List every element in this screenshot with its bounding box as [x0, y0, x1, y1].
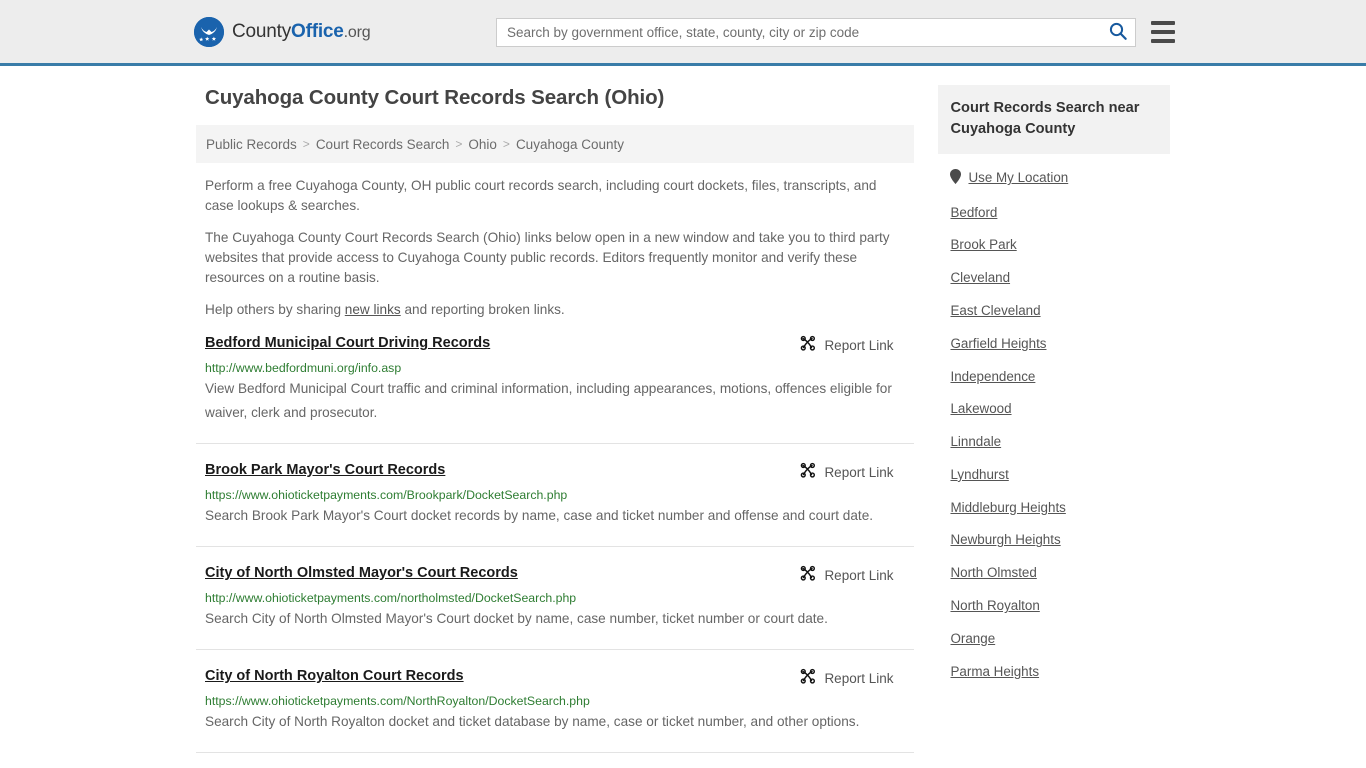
report-link-label: Report Link: [824, 670, 894, 686]
broken-link-icon: [800, 565, 817, 585]
breadcrumb-separator: >: [502, 137, 510, 151]
sidebar-item-brook-park[interactable]: Brook Park: [938, 229, 1170, 262]
result-url[interactable]: https://www.ohioticketpayments.com/Brook…: [205, 487, 914, 503]
result-description: View Bedford Municipal Court traffic and…: [205, 381, 892, 420]
breadcrumb-item-ohio[interactable]: Ohio: [468, 137, 497, 152]
sidebar-item-lakewood[interactable]: Lakewood: [938, 392, 1170, 425]
sidebar-item-north-royalton[interactable]: North Royalton: [938, 589, 1170, 622]
sidebar-item-garfield-heights[interactable]: Garfield Heights: [938, 327, 1170, 360]
main-column: Cuyahoga County Court Records Search (Oh…: [196, 66, 915, 753]
intro-text: Perform a free Cuyahoga County, OH publi…: [196, 176, 914, 320]
sidebar-link[interactable]: Brook Park: [950, 237, 1016, 252]
sidebar-link[interactable]: Lakewood: [950, 401, 1011, 416]
report-link-button[interactable]: Report Link: [800, 462, 893, 482]
report-link-label: Report Link: [824, 337, 894, 353]
result-title-link[interactable]: Bedford Municipal Court Driving Records: [205, 334, 490, 353]
intro-paragraph-1: Perform a free Cuyahoga County, OH publi…: [205, 178, 877, 213]
brand-part-office: Office: [291, 20, 344, 42]
sidebar-item-newburgh-heights[interactable]: Newburgh Heights: [938, 524, 1170, 557]
sidebar-item-parma-heights[interactable]: Parma Heights: [938, 655, 1170, 688]
result-header: City of North Royalton Court Records Rep…: [205, 667, 914, 688]
brand-wordmark: CountyOffice.org: [232, 20, 371, 43]
result-title-link[interactable]: Brook Park Mayor's Court Records: [205, 461, 445, 480]
sidebar-item-middleburg-heights[interactable]: Middleburg Heights: [938, 491, 1170, 524]
map-pin-icon: [950, 168, 962, 187]
page-body: Cuyahoga County Court Records Search (Oh…: [0, 66, 1366, 753]
search-button[interactable]: [1101, 19, 1135, 46]
intro-paragraph-2: The Cuyahoga County Court Records Search…: [205, 230, 890, 285]
sidebar-item-independence[interactable]: Independence: [938, 360, 1170, 393]
result-url[interactable]: https://www.ohioticketpayments.com/North…: [205, 693, 914, 709]
sidebar-item-linndale[interactable]: Linndale: [938, 425, 1170, 458]
report-link-button[interactable]: Report Link: [800, 335, 893, 355]
result-description: Search City of North Olmsted Mayor's Cou…: [205, 611, 828, 626]
page-title: Cuyahoga County Court Records Search (Oh…: [205, 86, 665, 109]
sidebar-link[interactable]: Bedford: [950, 205, 997, 220]
eagle-stars-logo-icon: [194, 16, 224, 47]
result-header: Bedford Municipal Court Driving Records: [205, 334, 914, 355]
report-link-label: Report Link: [824, 464, 894, 480]
sidebar-link[interactable]: North Olmsted: [950, 565, 1036, 580]
result-header: City of North Olmsted Mayor's Court Reco…: [205, 564, 914, 585]
intro-paragraph-3: Help others by sharing new links and rep…: [205, 300, 905, 320]
result-url[interactable]: http://www.ohioticketpayments.com/northo…: [205, 590, 914, 606]
sidebar: Court Records Search near Cuyahoga Count…: [938, 66, 1170, 753]
sidebar-link[interactable]: Middleburg Heights: [950, 500, 1065, 515]
sidebar-item-bedford[interactable]: Bedford: [938, 196, 1170, 229]
sidebar-link[interactable]: Orange: [950, 631, 995, 646]
sidebar-link[interactable]: Parma Heights: [950, 664, 1039, 679]
breadcrumb-separator: >: [455, 137, 463, 151]
sidebar-item-use-my-location[interactable]: Use My Location: [938, 160, 1170, 196]
breadcrumb-item-cuyahoga-county: Cuyahoga County: [515, 136, 625, 152]
hamburger-menu-icon[interactable]: [1151, 19, 1175, 45]
result-item: Brook Park Mayor's Court Records Report …: [196, 444, 915, 547]
search-input[interactable]: [497, 19, 1101, 46]
sidebar-item-north-olmsted[interactable]: North Olmsted: [938, 556, 1170, 589]
result-title-link[interactable]: City of North Olmsted Mayor's Court Reco…: [205, 564, 518, 583]
sidebar-link[interactable]: Cleveland: [950, 270, 1010, 285]
brand-part-org: .org: [343, 23, 371, 41]
result-title-link[interactable]: City of North Royalton Court Records: [205, 667, 464, 686]
result-item: City of North Royalton Court Records Rep…: [196, 650, 915, 753]
sidebar-link[interactable]: Lyndhurst: [950, 467, 1008, 482]
sidebar-link[interactable]: Garfield Heights: [950, 336, 1046, 351]
search-bar[interactable]: [496, 18, 1136, 47]
sidebar-item-lyndhurst[interactable]: Lyndhurst: [938, 458, 1170, 491]
result-header: Brook Park Mayor's Court Records Report …: [205, 461, 914, 482]
report-link-label: Report Link: [824, 567, 894, 583]
sidebar-link[interactable]: Linndale: [950, 434, 1001, 449]
sidebar-item-orange[interactable]: Orange: [938, 622, 1170, 655]
sidebar-item-east-cleveland[interactable]: East Cleveland: [938, 294, 1170, 327]
site-header: CountyOffice.org: [0, 0, 1366, 66]
report-link-button[interactable]: Report Link: [800, 668, 893, 688]
report-link-button[interactable]: Report Link: [800, 565, 893, 585]
sidebar-item-cleveland[interactable]: Cleveland: [938, 261, 1170, 294]
broken-link-icon: [800, 335, 817, 355]
intro-p3-before: Help others by sharing: [205, 302, 345, 317]
sidebar-link[interactable]: Independence: [950, 369, 1035, 384]
breadcrumb-separator: >: [302, 137, 310, 151]
use-my-location-link[interactable]: Use My Location: [968, 170, 1068, 185]
brand-part-county: County: [232, 20, 292, 42]
sidebar-title: Court Records Search near Cuyahoga Count…: [938, 85, 1170, 154]
result-url[interactable]: http://www.bedfordmuni.org/info.asp: [205, 360, 914, 376]
sidebar-link[interactable]: North Royalton: [950, 598, 1039, 613]
result-item: City of North Olmsted Mayor's Court Reco…: [196, 547, 915, 650]
result-item: Bedford Municipal Court Driving Records: [196, 334, 915, 444]
sidebar-link[interactable]: Newburgh Heights: [950, 532, 1060, 547]
broken-link-icon: [800, 462, 817, 482]
breadcrumb-item-court-records-search[interactable]: Court Records Search: [316, 137, 450, 152]
new-links-link[interactable]: new links: [345, 302, 401, 317]
site-logo-link[interactable]: CountyOffice.org: [194, 16, 371, 47]
broken-link-icon: [800, 668, 817, 688]
sidebar-link[interactable]: East Cleveland: [950, 303, 1040, 318]
breadcrumb-item-public-records[interactable]: Public Records: [206, 137, 297, 152]
intro-p3-after: and reporting broken links.: [400, 302, 565, 317]
result-description: Search City of North Royalton docket and…: [205, 714, 860, 729]
breadcrumb: Public Records > Court Records Search > …: [196, 125, 915, 163]
sidebar-city-list: Use My Location Bedford Brook Park Cleve…: [938, 154, 1170, 688]
result-description: Search Brook Park Mayor's Court docket r…: [205, 508, 874, 523]
results-list: Bedford Municipal Court Driving Records: [196, 334, 915, 753]
search-icon: [1109, 22, 1127, 43]
